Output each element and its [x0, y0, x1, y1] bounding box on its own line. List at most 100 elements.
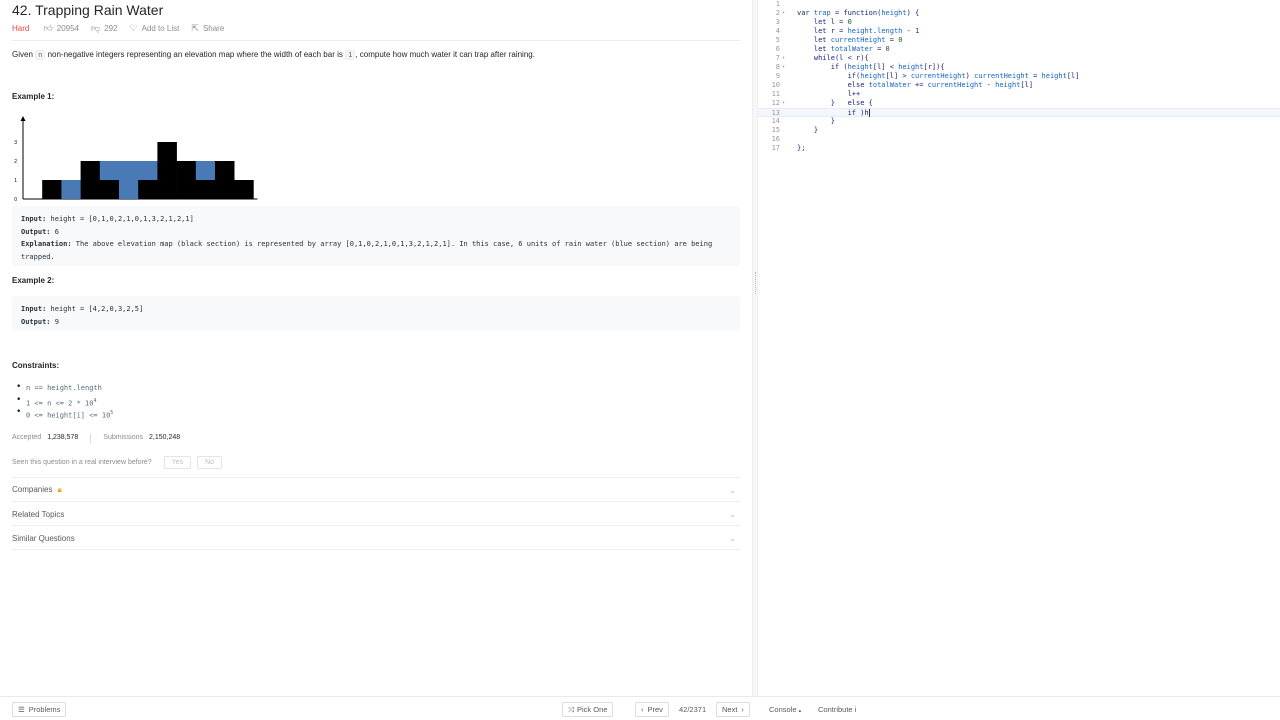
code-line[interactable]: 4 let r = height.length - 1	[758, 27, 1280, 36]
constraint-item: 0 <= height[i] <= 105	[16, 407, 113, 420]
problem-panel: 42. Trapping Rain Water Hard 👍︎ 20954 👎︎…	[0, 0, 752, 696]
water-bar	[99, 161, 120, 180]
code-line[interactable]: 17};	[758, 144, 1280, 153]
code-text: while(l < r){	[813, 54, 869, 62]
line-number: 4	[775, 27, 780, 35]
water-bar	[195, 161, 216, 180]
line-number: 7	[775, 54, 780, 62]
fold-toggle-icon[interactable]: ▾	[782, 9, 785, 18]
constraints-title: Constraints:	[12, 361, 60, 370]
add-to-list-button[interactable]: ♡ Add to List	[130, 23, 180, 34]
code-line[interactable]: 10 else totalWater += currentHeight - he…	[758, 81, 1280, 90]
code-line[interactable]: 5 let currentHeight = 0	[758, 36, 1280, 45]
code-line[interactable]: 2 ▾ var trap = function(height) {	[758, 9, 1280, 18]
line-number: 5	[775, 36, 780, 44]
code-text: };	[797, 144, 806, 152]
code-line[interactable]: 8 ▾ if (height[l] < height[r]){	[758, 63, 1280, 72]
share-button[interactable]: ⇱ Share	[191, 23, 224, 34]
line-number: 15	[771, 126, 780, 134]
console-button[interactable]: Console ▴	[769, 705, 801, 714]
elevation-bar	[80, 161, 101, 199]
elevation-bar	[234, 180, 254, 199]
submissions-count: 2,150,248	[149, 434, 181, 441]
example-2-title: Example 2:	[12, 276, 55, 285]
problem-counter: 42/2371	[679, 705, 707, 714]
like-button[interactable]: 👍︎ 20954	[43, 23, 79, 34]
line-number: 8	[775, 63, 780, 71]
prev-button[interactable]: ‹ Prev	[635, 702, 669, 717]
share-icon: ⇱	[191, 22, 199, 33]
code-line[interactable]: 3 let l = 0	[758, 18, 1280, 27]
fold-toggle-icon[interactable]: ▾	[782, 99, 785, 108]
constraints-list: n == height.length 1 <= n <= 2 * 104 0 <…	[16, 382, 113, 420]
related-topics-accordion[interactable]: Related Topics ⌄	[12, 502, 740, 526]
code-text: if(height[l] > currentHeight) currentHei…	[847, 72, 1080, 80]
lock-icon: 🔒︎	[57, 485, 62, 494]
code-text: l++	[797, 90, 861, 98]
chevron-down-icon: ⌄	[729, 485, 736, 495]
code-line[interactable]: 9 if(height[l] > currentHeight) currentH…	[758, 72, 1280, 81]
inline-code-n: n	[35, 50, 46, 60]
code-line[interactable]: 13 if )h	[758, 108, 1280, 117]
water-bar	[119, 161, 139, 199]
fold-toggle-icon[interactable]: ▾	[782, 54, 785, 63]
stats-separator	[90, 434, 92, 444]
example-1-output: 6	[50, 227, 59, 236]
code-line[interactable]: 12 ▾ } else {	[758, 99, 1280, 108]
elevation-bar	[138, 180, 158, 199]
code-editor-panel[interactable]: 1 2 ▾ var trap = function(height) {3 let l …	[758, 0, 1280, 696]
section-divider	[12, 549, 740, 550]
example-1-explanation-cont: trapped.	[21, 252, 55, 261]
companies-accordion[interactable]: Companies 🔒︎ ⌄	[12, 478, 740, 502]
code-editor[interactable]: 1 2 ▾ var trap = function(height) {3 let l …	[758, 0, 1280, 696]
y-tick-label: 2	[14, 159, 17, 165]
caret-up-icon: ▴	[798, 708, 802, 714]
like-count: 20954	[56, 23, 79, 33]
code-line[interactable]: 16	[758, 135, 1280, 144]
problem-title: 42. Trapping Rain Water	[12, 2, 164, 18]
add-to-list-label: Add to List	[141, 23, 180, 33]
code-text: else totalWater += currentHeight - heigh…	[847, 81, 1034, 89]
code-line[interactable]: 7 ▾ while(l < r){	[758, 54, 1280, 63]
yes-button[interactable]: Yes	[163, 456, 192, 469]
code-text: let totalWater = 0	[813, 45, 890, 53]
code-text: } else {	[797, 99, 873, 107]
code-text: var trap = function(height) {	[797, 9, 920, 17]
line-number: 3	[775, 18, 780, 26]
line-number: 17	[771, 144, 780, 152]
submissions-label: Submissions	[103, 434, 144, 441]
chevron-right-icon: ›	[741, 705, 744, 714]
code-line[interactable]: 15 }	[758, 126, 1280, 135]
share-label: Share	[202, 23, 225, 33]
code-line[interactable]: 1	[758, 0, 1280, 9]
interview-question-text: Seen this question in a real interview b…	[12, 459, 152, 466]
similar-questions-accordion[interactable]: Similar Questions ⌄	[12, 526, 740, 550]
problem-description: Given n non-negative integers representi…	[12, 50, 535, 60]
text-cursor	[868, 109, 870, 117]
elevation-bar	[99, 180, 120, 199]
line-number: 9	[775, 72, 780, 80]
dislike-button[interactable]: 👎︎ 292	[91, 23, 118, 34]
problems-button[interactable]: ☰ Problems	[12, 702, 67, 717]
input-label: Input:	[21, 305, 47, 313]
contribute-button[interactable]: Contribute i	[818, 705, 856, 714]
header-divider	[12, 40, 740, 41]
next-button[interactable]: Next ›	[716, 702, 750, 717]
code-text: if (height[l] < height[r]){	[830, 63, 945, 71]
similar-questions-label: Similar Questions	[12, 533, 75, 543]
fold-toggle-icon[interactable]: ▾	[782, 63, 785, 72]
no-button[interactable]: No	[197, 456, 223, 469]
accepted-count: 1,238,578	[47, 434, 79, 441]
y-axis-arrow	[20, 116, 26, 121]
y-tick-label: 3	[14, 140, 17, 146]
pick-one-button[interactable]: ⤨ Pick One	[562, 702, 614, 717]
elevation-bar	[157, 142, 177, 199]
elevation-bar	[176, 161, 197, 199]
splitter-grip[interactable]	[755, 272, 756, 294]
code-text: }	[797, 117, 835, 125]
code-line[interactable]: 14 }	[758, 117, 1280, 126]
elevation-bar	[195, 180, 216, 199]
code-line[interactable]: 11 l++	[758, 90, 1280, 99]
code-line[interactable]: 6 let totalWater = 0	[758, 45, 1280, 54]
line-number: 2	[775, 9, 780, 17]
